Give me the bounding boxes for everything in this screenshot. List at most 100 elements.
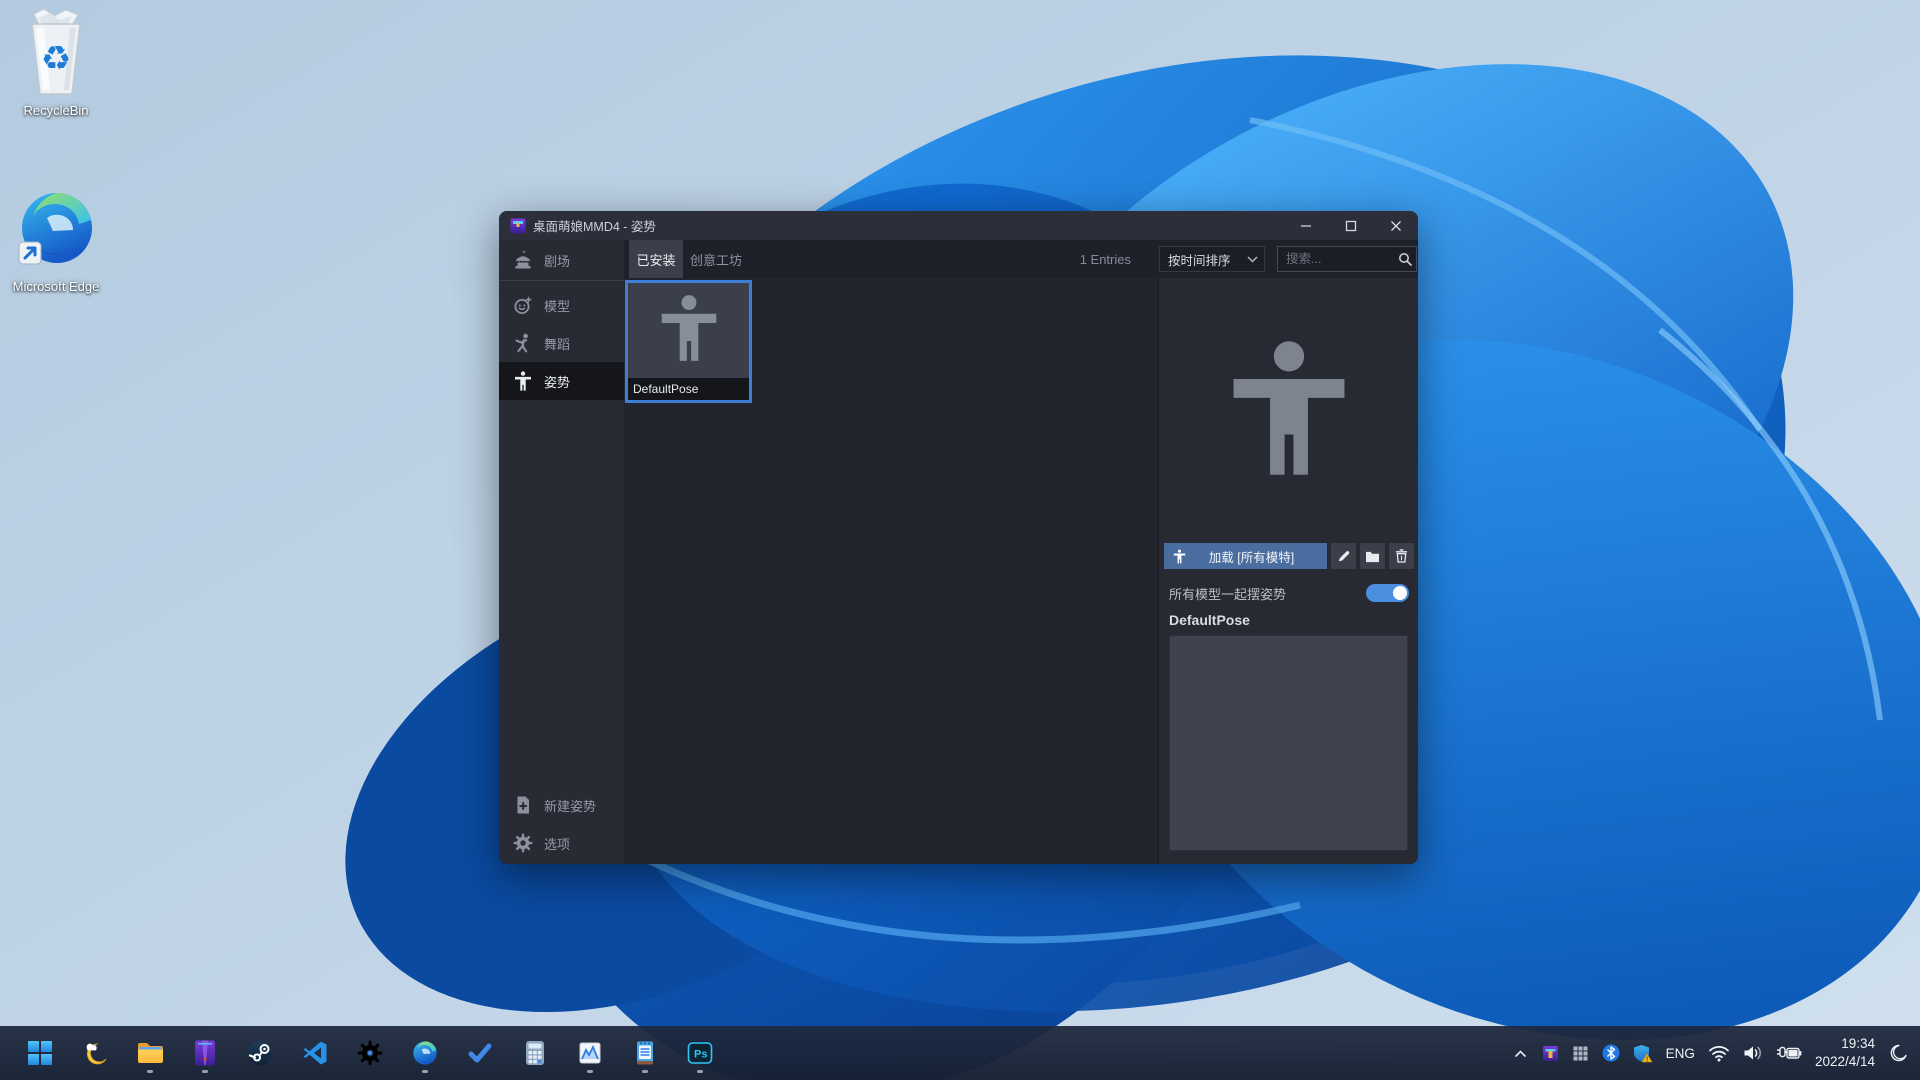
pose-preview-icon: [1226, 338, 1352, 478]
svg-text:Ps: Ps: [694, 1049, 707, 1061]
security-shield-warning-icon: [1633, 1044, 1653, 1062]
sidebar-item-label: 新建姿势: [544, 798, 597, 814]
edge-button[interactable]: [405, 1031, 445, 1075]
sort-dropdown[interactable]: 按时间排序: [1159, 246, 1265, 272]
pose-person-icon: [1173, 549, 1186, 564]
folder-icon: [1366, 551, 1379, 562]
chevron-up-icon: [1514, 1049, 1526, 1057]
close-icon: [1390, 220, 1401, 231]
gear-icon: [513, 833, 533, 853]
vscode-icon: [303, 1041, 327, 1065]
bluetooth-icon: [1602, 1044, 1620, 1062]
detail-panel: 加载 [所有模特] 所有模型一起摆姿势 DefaultPose: [1158, 278, 1418, 864]
sidebar-item-label: 选项: [544, 836, 571, 852]
minimize-icon: [1300, 224, 1311, 227]
sidebar-item-new-pose[interactable]: 新建姿势: [499, 786, 624, 824]
sidebar-item-label: 模型: [544, 298, 571, 314]
widgets-weather-button[interactable]: [75, 1031, 115, 1075]
pose-title: DefaultPose: [1169, 612, 1250, 628]
tray-mmd-app[interactable]: [1542, 1045, 1559, 1062]
tray-overflow-button[interactable]: [1512, 1045, 1529, 1062]
battery-charging-icon: [1776, 1046, 1802, 1059]
file-explorer-button[interactable]: [130, 1031, 170, 1075]
language-indicator[interactable]: ENG: [1666, 1046, 1695, 1061]
tray-bluetooth[interactable]: [1602, 1044, 1620, 1062]
running-indicator: [422, 1070, 428, 1073]
sidebar-item-label: 姿势: [544, 374, 571, 390]
photoshop-icon: Ps: [687, 1042, 713, 1064]
settings-gear-icon: [357, 1040, 383, 1066]
load-pose-button[interactable]: 加载 [所有模特]: [1164, 543, 1327, 569]
tray-grid-app[interactable]: [1572, 1045, 1589, 1062]
sidebar-divider: [499, 280, 624, 281]
tray-wifi[interactable]: [1708, 1044, 1730, 1062]
moon-icon: [1890, 1044, 1907, 1062]
load-button-label: 加载 [所有模特]: [1208, 550, 1295, 565]
pencil-icon: [1338, 551, 1349, 562]
mmd-app-button[interactable]: [185, 1031, 225, 1075]
delete-pose-button[interactable]: [1389, 543, 1414, 569]
tab-label: 创意工坊: [689, 252, 742, 268]
desktop-icon-edge[interactable]: Microsoft Edge: [8, 180, 104, 295]
photoshop-button[interactable]: Ps: [680, 1031, 720, 1075]
svg-text:♻: ♻: [41, 40, 71, 78]
pose-listbox[interactable]: [1169, 635, 1408, 851]
calculator-button[interactable]: [515, 1031, 555, 1075]
tray-clock[interactable]: 19:34 2022/4/14: [1815, 1035, 1875, 1070]
trash-icon: [1395, 549, 1408, 563]
tray-volume[interactable]: [1743, 1044, 1763, 1062]
tab-label: 已安装: [636, 252, 676, 268]
tab-workshop[interactable]: 创意工坊: [683, 240, 749, 278]
pose-all-models-toggle[interactable]: [1366, 584, 1409, 602]
grid-window-icon: [1573, 1046, 1588, 1060]
steam-button[interactable]: [240, 1031, 280, 1075]
tab-installed[interactable]: 已安装: [629, 240, 683, 278]
task-manager-button[interactable]: [570, 1031, 610, 1075]
sidebar-item-dance[interactable]: 舞蹈: [499, 324, 624, 362]
tray-focus-assist[interactable]: [1888, 1043, 1908, 1063]
close-button[interactable]: [1373, 211, 1418, 240]
window-titlebar: 桌面萌娘MMD4 - 姿势: [499, 211, 1418, 240]
chevron-down-icon: [1247, 255, 1258, 263]
dance-icon: [515, 333, 528, 353]
tray-time: 19:34: [1841, 1036, 1875, 1052]
file-explorer-icon: [137, 1043, 163, 1063]
notepad-button[interactable]: [625, 1031, 665, 1075]
minimize-button[interactable]: [1283, 211, 1328, 240]
desktop: ♻ RecycleBin Microsoft Edge 桌面萌娘MMD4 - 姿…: [0, 0, 1920, 1080]
sidebar-item-pose[interactable]: 姿势: [499, 362, 624, 400]
desktop-icon-recycle-bin[interactable]: ♻ RecycleBin: [8, 8, 104, 119]
sidebar-item-theater[interactable]: 剧场: [499, 240, 624, 280]
toggle-label: 所有模型一起摆姿势: [1169, 586, 1287, 602]
performance-graph-icon: [579, 1042, 601, 1064]
model-face-icon: [514, 296, 532, 314]
sidebar-item-options[interactable]: 选项: [499, 824, 624, 862]
sidebar-item-label: 剧场: [544, 253, 571, 269]
start-button[interactable]: [20, 1031, 60, 1075]
search-input[interactable]: [1284, 251, 1398, 267]
app-icon: [510, 218, 526, 233]
tray-security-shield[interactable]: [1633, 1044, 1653, 1063]
tray-power[interactable]: [1776, 1045, 1802, 1062]
taskbar-apps: Ps: [0, 1031, 720, 1075]
settings-button[interactable]: [350, 1031, 390, 1075]
action-row: 加载 [所有模特]: [1164, 543, 1414, 569]
running-indicator: [202, 1070, 208, 1073]
maximize-button[interactable]: [1328, 211, 1373, 240]
tab-strip: 已安装 创意工坊 1 Entries 按时间排序: [624, 240, 1418, 278]
sidebar-item-model[interactable]: 模型: [499, 286, 624, 324]
app-window: 桌面萌娘MMD4 - 姿势 剧场 模型 舞蹈 姿势 新建姿势 选项 已安装 创意…: [499, 211, 1418, 864]
todo-app-button[interactable]: [460, 1031, 500, 1075]
edit-pose-button[interactable]: [1331, 543, 1356, 569]
search-icon[interactable]: [1398, 252, 1412, 266]
recycle-bin-icon: ♻: [31, 8, 81, 95]
system-tray: ENG 19:34 2022/4/14: [1512, 1026, 1920, 1080]
desktop-icon-label: RecycleBin: [23, 103, 89, 118]
open-folder-button[interactable]: [1360, 543, 1385, 569]
calculator-icon: [526, 1041, 544, 1065]
search-box: [1277, 246, 1417, 272]
pose-grid-item-defaultpose[interactable]: DefaultPose: [625, 280, 752, 403]
pose-person-icon: [513, 371, 533, 391]
vscode-button[interactable]: [295, 1031, 335, 1075]
wifi-icon: [1709, 1046, 1729, 1062]
